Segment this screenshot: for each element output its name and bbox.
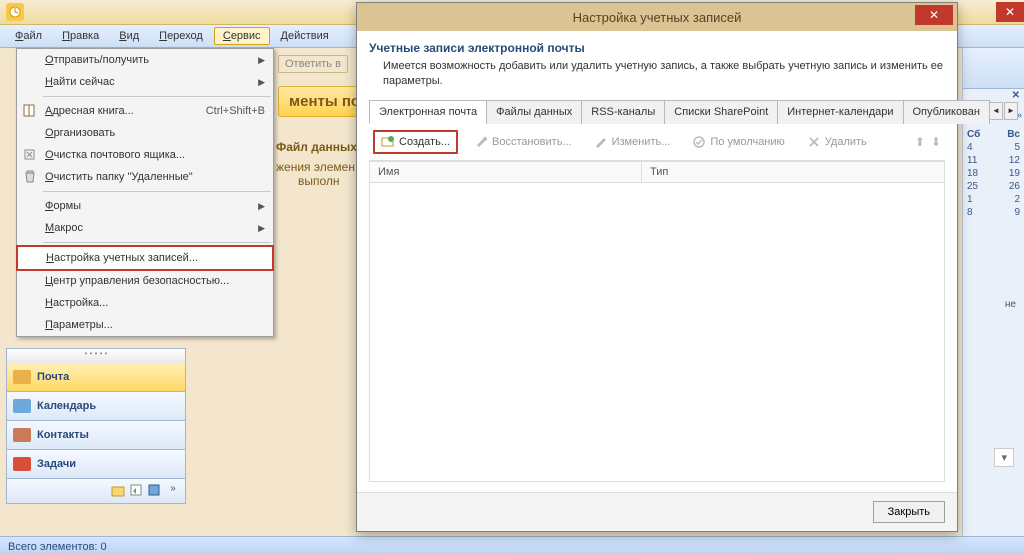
dialog-heading: Учетные записи электронной почты [369, 41, 945, 55]
broom-icon [22, 147, 38, 163]
edit-button: Изменить... [588, 133, 677, 151]
bg-line2: жения элемен [276, 160, 355, 174]
move-up-icon: ⬆ [915, 135, 925, 149]
tab-5[interactable]: Опубликован [903, 100, 990, 124]
menu-item[interactable]: Найти сейчас▶ [17, 71, 273, 93]
menu-item[interactable]: Настройка... [17, 292, 273, 314]
book-icon [22, 103, 38, 119]
tab-2[interactable]: RSS-каналы [581, 100, 665, 124]
menu-item[interactable]: Очистка почтового ящика... [17, 144, 273, 166]
menu-item[interactable]: Параметры... [17, 314, 273, 336]
move-arrows: ⬆ ⬇ [915, 135, 941, 149]
nav-почта[interactable]: Почта [6, 363, 186, 392]
menu-сервис[interactable]: Сервис [214, 27, 270, 45]
close-button[interactable]: Закрыть [873, 501, 945, 523]
menu-переход[interactable]: Переход [150, 27, 212, 45]
col-name[interactable]: Имя [370, 162, 642, 182]
folder-icon[interactable] [111, 483, 127, 499]
move-down-icon: ⬇ [931, 135, 941, 149]
restore-button: Восстановить... [468, 133, 578, 151]
shortcut-icon[interactable] [129, 483, 145, 499]
journal-icon[interactable] [147, 483, 163, 499]
nav-задачи[interactable]: Задачи [6, 450, 186, 479]
dialog-titlebar: Настройка учетных записей ✕ [357, 3, 957, 31]
default-button: По умолчанию [686, 133, 790, 151]
menu-item[interactable]: Центр управления безопасностью... [17, 270, 273, 292]
nav-календарь[interactable]: Календарь [6, 392, 186, 421]
menu-item[interactable]: Настройка учетных записей... [16, 245, 274, 271]
delete-icon [807, 135, 821, 149]
status-text: Всего элементов: 0 [8, 541, 107, 553]
menu-вид[interactable]: Вид [110, 27, 148, 45]
menu-item[interactable]: Адресная книга...Ctrl+Shift+B [17, 100, 273, 122]
tab-scroll-right-icon[interactable]: ► [1004, 102, 1018, 120]
combo-fragment[interactable]: ▾ [994, 448, 1014, 467]
bg-datafile-label: Файл данных [276, 140, 357, 154]
nav-контакты[interactable]: Контакты [6, 421, 186, 450]
tools-dropdown: Отправить/получить▶Найти сейчас▶ Адресная… [16, 48, 274, 337]
trash-icon [22, 169, 38, 185]
col-type[interactable]: Тип [642, 162, 676, 182]
menu-правка[interactable]: Правка [53, 27, 108, 45]
app-logo-icon [6, 3, 24, 21]
wrench-icon [474, 135, 488, 149]
nav-icon [13, 399, 31, 413]
menu-действия[interactable]: Действия [272, 27, 338, 45]
window-close-button[interactable]: ✕ [996, 2, 1024, 22]
statusbar: Всего элементов: 0 [0, 536, 1024, 554]
menu-item[interactable]: Очистить папку "Удаленные" [17, 166, 273, 188]
menu-item[interactable]: Отправить/получить▶ [17, 49, 273, 71]
menu-item[interactable]: Организовать [17, 122, 273, 144]
dialog-close-button[interactable]: ✕ [915, 5, 953, 25]
dialog-title: Настройка учетных записей [573, 10, 742, 25]
navigation-pane: • • • • • ПочтаКалендарьКонтактыЗадачи » [6, 348, 186, 504]
nav-icon [13, 457, 31, 471]
delete-button: Удалить [801, 133, 873, 151]
menu-item[interactable]: Макрос▶ [17, 217, 273, 239]
edit-icon [594, 135, 608, 149]
dialog-description: Имеется возможность добавить или удалить… [383, 59, 945, 89]
bg-reply-button: Ответить в [278, 52, 348, 76]
dialog-tabs: Электронная почтаФайлы данныхRSS-каналыС… [369, 99, 945, 124]
nav-icon [13, 370, 31, 384]
nav-shortcuts-bar: » [6, 479, 186, 504]
nav-grip[interactable]: • • • • • [6, 348, 186, 363]
menu-item[interactable]: Формы▶ [17, 195, 273, 217]
tab-1[interactable]: Файлы данных [486, 100, 582, 124]
accounts-list-header: Имя Тип [369, 161, 945, 183]
tab-scroll-left-icon[interactable]: ◄ [989, 102, 1003, 120]
dialog-toolbar: Создать... Восстановить... Изменить... П… [369, 124, 945, 161]
tab-0[interactable]: Электронная почта [369, 100, 487, 124]
create-button[interactable]: Создать... [373, 130, 458, 154]
accounts-list[interactable] [369, 183, 945, 482]
account-settings-dialog: Настройка учетных записей ✕ Учетные запи… [356, 2, 958, 532]
menu-файл[interactable]: Файл [6, 27, 51, 45]
nav-icon [13, 428, 31, 442]
configure-icon[interactable]: » [165, 483, 181, 499]
tab-4[interactable]: Интернет-календари [777, 100, 903, 124]
bg-line3: выполн [298, 174, 340, 188]
check-icon [692, 135, 706, 149]
tab-3[interactable]: Списки SharePoint [664, 100, 778, 124]
new-mail-icon [381, 135, 395, 149]
task-fragment: не [965, 299, 1022, 310]
